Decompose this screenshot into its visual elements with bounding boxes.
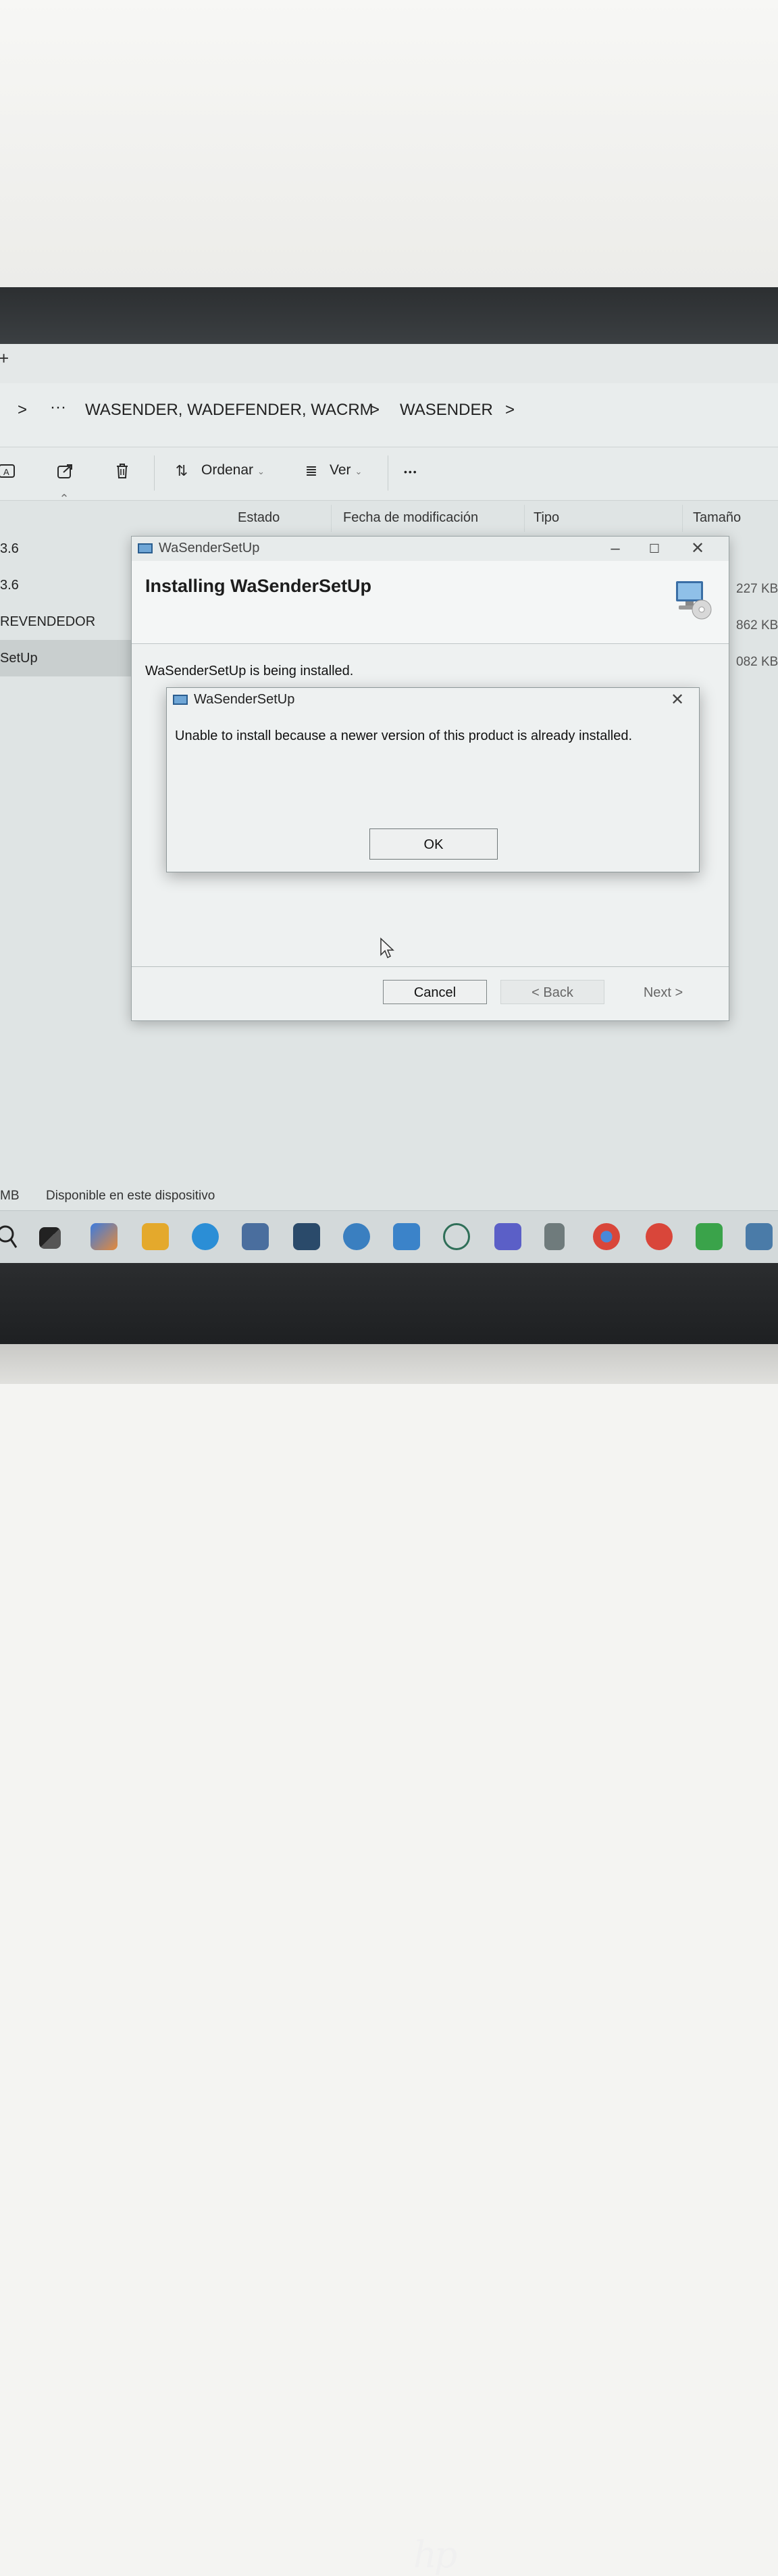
- share-icon[interactable]: [55, 461, 76, 481]
- chrome-icon[interactable]: [593, 1223, 620, 1250]
- hp-logo: hp: [413, 2533, 457, 2576]
- file-size: 082 KB: [736, 655, 778, 669]
- view-button[interactable]: Ver ⌄: [330, 462, 362, 478]
- error-dialog-title: WaSenderSetUp: [194, 692, 295, 707]
- close-icon[interactable]: ✕: [663, 689, 692, 711]
- search-icon[interactable]: [0, 1224, 19, 1250]
- installer-taskbar-icon[interactable]: [746, 1223, 773, 1250]
- teams-icon[interactable]: [494, 1223, 521, 1250]
- mouse-pointer-icon: [380, 937, 394, 959]
- installer-title-bar[interactable]: WaSenderSetUp – ☐ ✕: [132, 537, 729, 561]
- view-icon[interactable]: ≣: [301, 461, 321, 481]
- file-row[interactable]: 3.6: [0, 530, 135, 567]
- column-header-size[interactable]: Tamaño: [693, 501, 741, 535]
- breadcrumb-separator: >: [370, 401, 380, 419]
- ok-button[interactable]: OK: [369, 828, 498, 860]
- copilot-icon[interactable]: [90, 1223, 118, 1250]
- laptop-bottom-bezel: hp: [0, 1263, 778, 2576]
- file-name: REVENDEDOR: [0, 614, 96, 629]
- laptop-screen: + > ··· WASENDER, WADEFENDER, WACRM > WA…: [0, 344, 778, 1263]
- file-row-selected[interactable]: SetUp: [0, 640, 135, 676]
- breadcrumb-overflow-button[interactable]: ···: [50, 398, 66, 417]
- wall-background: [0, 0, 778, 287]
- desk-surface: [0, 1344, 778, 1384]
- breadcrumb-separator: >: [18, 401, 28, 419]
- error-dialog-title-bar[interactable]: WaSenderSetUp ✕: [167, 688, 699, 712]
- new-tab-icon[interactable]: +: [0, 348, 9, 369]
- column-header-modified[interactable]: Fecha de modificación: [343, 501, 478, 535]
- edge-browser-icon[interactable]: [192, 1223, 219, 1250]
- delete-icon[interactable]: [112, 461, 132, 481]
- notepad-icon[interactable]: [544, 1223, 565, 1250]
- status-availability: Disponible en este dispositivo: [46, 1189, 215, 1203]
- breadcrumb-folder-wasender-group[interactable]: WASENDER, WADEFENDER, WACRM: [85, 401, 373, 420]
- svg-text:A: A: [3, 467, 9, 477]
- sort-label: Ordenar: [201, 462, 254, 478]
- file-name: 3.6: [0, 578, 19, 593]
- minimize-icon[interactable]: –: [600, 538, 630, 560]
- anydesk-icon[interactable]: [646, 1223, 673, 1250]
- installer-footer-divider: [132, 966, 729, 967]
- column-separator: [524, 505, 525, 532]
- rename-icon[interactable]: A: [0, 461, 18, 481]
- file-name: SetUp: [0, 651, 38, 666]
- column-header-status[interactable]: Estado: [238, 501, 280, 535]
- error-dialog: WaSenderSetUp ✕ Unable to install becaus…: [166, 687, 700, 872]
- column-separator: [682, 505, 683, 532]
- installer-app-icon: [138, 543, 153, 553]
- installer-title: WaSenderSetUp: [159, 541, 260, 555]
- store-icon[interactable]: [242, 1223, 269, 1250]
- back-button[interactable]: < Back: [500, 980, 604, 1004]
- file-row[interactable]: REVENDEDOR: [0, 603, 135, 640]
- column-header-type[interactable]: Tipo: [534, 501, 559, 535]
- toolbar-separator: [154, 455, 155, 491]
- command-toolbar: A ⇅ Ordenar ⌄ ≣ Ver ⌄ •••: [0, 447, 778, 501]
- file-row[interactable]: 3.6: [0, 567, 135, 603]
- error-message: Unable to install because a newer versio…: [175, 728, 633, 743]
- installer-header: Installing WaSenderSetUp: [132, 561, 729, 644]
- laptop-top-bezel: [0, 287, 778, 603]
- column-separator: [331, 505, 332, 532]
- whatsapp-icon[interactable]: [443, 1223, 470, 1250]
- breadcrumb-separator: >: [505, 401, 515, 419]
- mail-icon[interactable]: [393, 1223, 420, 1250]
- chevron-down-icon: ⌄: [257, 466, 265, 476]
- installer-status-text: WaSenderSetUp is being installed.: [145, 664, 354, 678]
- explorer-tab-bar: +: [0, 344, 778, 383]
- sort-button[interactable]: Ordenar ⌄: [201, 462, 265, 478]
- file-explorer-icon[interactable]: [142, 1223, 169, 1250]
- computer-disc-icon: [676, 581, 712, 620]
- chevron-down-icon: ⌄: [355, 466, 363, 476]
- file-size: 227 KB: [736, 582, 778, 596]
- installer-heading: Installing WaSenderSetUp: [145, 576, 372, 596]
- view-label: Ver: [330, 462, 351, 478]
- breadcrumb-folder-wasender[interactable]: WASENDER: [400, 401, 493, 420]
- cancel-button[interactable]: Cancel: [383, 980, 487, 1004]
- close-icon[interactable]: ✕: [683, 538, 712, 560]
- next-button[interactable]: Next >: [611, 980, 715, 1004]
- photoshop-icon[interactable]: [293, 1223, 320, 1250]
- installer-app-icon: [173, 695, 188, 705]
- app-icon[interactable]: [696, 1223, 723, 1250]
- app-icon[interactable]: [343, 1223, 370, 1250]
- collapse-chevron-icon[interactable]: ⌃: [54, 489, 74, 509]
- maximize-icon[interactable]: ☐: [640, 538, 669, 560]
- more-options-button[interactable]: •••: [404, 466, 418, 477]
- sort-icon[interactable]: ⇅: [172, 461, 192, 481]
- file-name: 3.6: [0, 541, 19, 556]
- status-bar: MB Disponible en este dispositivo: [0, 1185, 778, 1209]
- file-size: 862 KB: [736, 618, 778, 633]
- task-view-icon[interactable]: [39, 1227, 61, 1249]
- status-size-unit: MB: [0, 1189, 20, 1203]
- taskbar: [0, 1210, 778, 1263]
